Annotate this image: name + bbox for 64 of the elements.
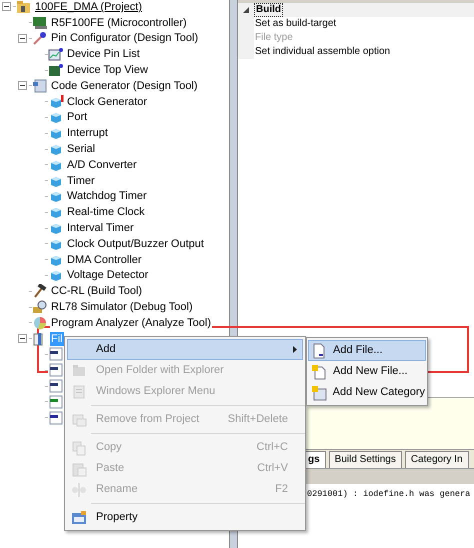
tree-item[interactable]: RL78 Simulator (Debug Tool) [50, 300, 194, 314]
collapse-toggle[interactable] [18, 81, 27, 90]
shortcut-label: Shift+Delete [228, 412, 289, 428]
cube-icon [48, 110, 64, 124]
output-line: 0291001) : iodefine.h was genera [307, 488, 470, 501]
rename-icon [71, 482, 87, 498]
tree-item[interactable]: 100FE_DMA (Project) [34, 0, 143, 14]
collapse-toggle[interactable] [2, 2, 11, 12]
tree-item[interactable]: R5F100FE (Microcontroller) [50, 16, 188, 30]
tree-item[interactable]: Clock Output/Buzzer Output [66, 236, 205, 251]
cube-icon [48, 142, 64, 156]
property-name: Set as build-target [254, 17, 338, 31]
tab[interactable]: Build Settings [328, 451, 402, 468]
tree-item[interactable] [48, 347, 64, 362]
tree-item[interactable] [48, 410, 64, 425]
paste-icon [71, 460, 87, 476]
property-name: File type [254, 31, 294, 45]
cube-icon [48, 189, 64, 204]
cube-warning-icon [48, 94, 64, 109]
copy-icon [71, 440, 87, 456]
shortcut-label: Ctrl+V [257, 461, 289, 476]
tree-item[interactable]: CC-RL (Build Tool) [50, 284, 144, 298]
chip-icon [32, 16, 48, 30]
tree-item[interactable] [48, 363, 64, 378]
new-folder-icon [310, 384, 327, 400]
collapse-toggle[interactable] [18, 34, 27, 43]
cube-icon [48, 268, 64, 282]
cube-icon [48, 126, 64, 140]
pie-icon [32, 316, 48, 330]
tree-item[interactable]: Interrupt [66, 126, 109, 140]
menu-item[interactable]: Add [67, 339, 303, 360]
file-icon [311, 342, 327, 358]
menu-item[interactable]: Add New File... [308, 361, 426, 382]
tree-item[interactable] [48, 379, 64, 394]
tree-item[interactable]: Voltage Detector [66, 268, 150, 282]
remove-icon [71, 412, 87, 428]
submenu-arrow-icon [293, 346, 297, 353]
hammer-icon [32, 284, 48, 298]
document-icon [32, 78, 48, 93]
chip-icon [48, 63, 64, 78]
folder-icon [71, 362, 87, 378]
property-name: Set individual assemble option [254, 45, 390, 59]
chart-icon [48, 47, 64, 62]
tree-item[interactable]: Device Top View [66, 63, 149, 78]
menu-item[interactable]: Add New Category [308, 382, 426, 403]
shortcut-label: Ctrl+C [256, 440, 289, 456]
folder-icon [16, 0, 32, 14]
tree-item[interactable]: Program Analyzer (Analyze Tool) [50, 316, 212, 330]
menu-item[interactable]: Property [67, 507, 303, 528]
tree-item[interactable]: Watchdog Timer [66, 189, 148, 204]
property-icon [71, 510, 87, 526]
new-file-icon [311, 364, 327, 380]
shortcut-label: F2 [275, 482, 289, 498]
menu-item[interactable]: Add File... [308, 340, 426, 361]
pin-icon [32, 31, 48, 46]
cube-icon [48, 205, 64, 220]
tree-item[interactable]: Code Generator (Design Tool) [50, 78, 199, 93]
window-icon [71, 384, 87, 400]
tree-item[interactable]: Pin Configurator (Design Tool) [50, 31, 200, 46]
magnifier-icon [32, 300, 48, 314]
collapse-toggle[interactable] [18, 334, 27, 344]
property-category: Build [254, 3, 283, 17]
cube-icon [48, 221, 64, 236]
tab[interactable]: Category In [404, 451, 469, 468]
